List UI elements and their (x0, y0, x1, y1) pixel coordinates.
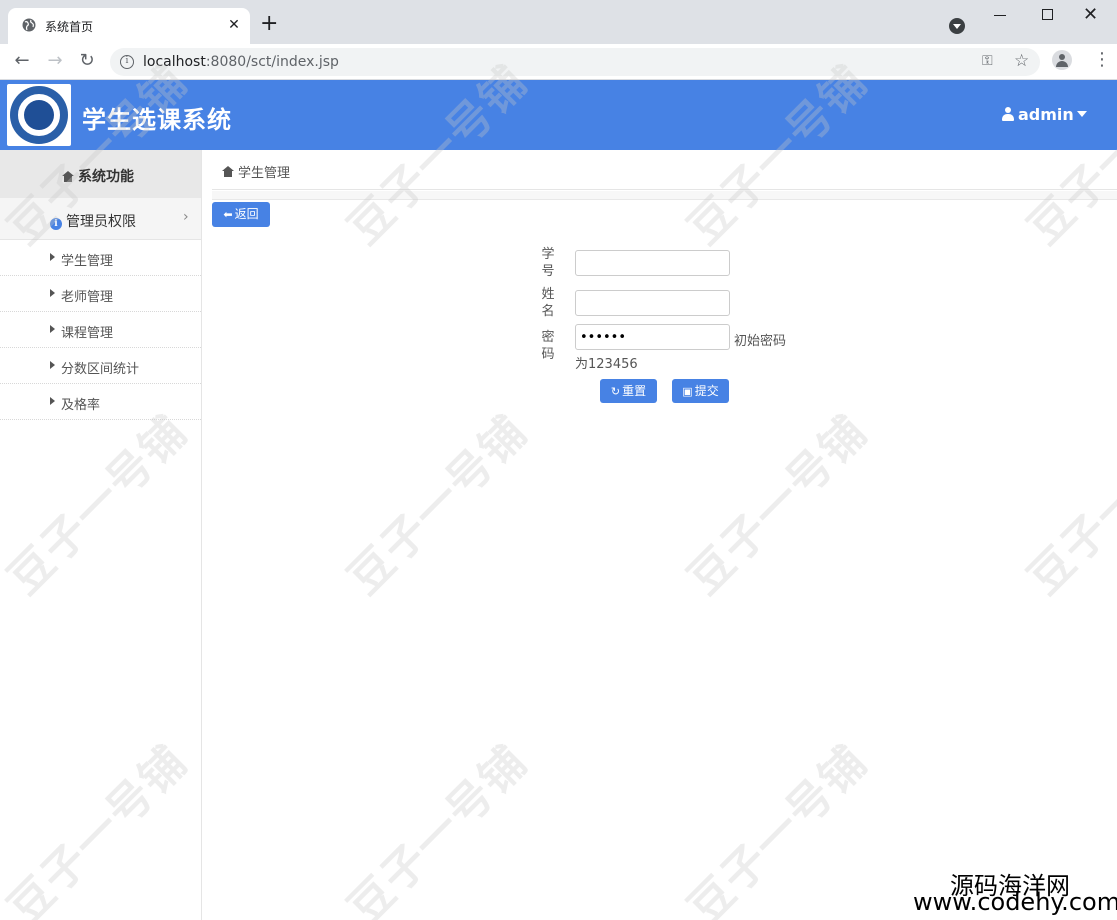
caret-right-icon (50, 253, 55, 261)
home-icon (222, 166, 234, 177)
sidebar-item-pass-rate[interactable]: 及格率 (0, 384, 201, 420)
sidebar-heading-label: 系统功能 (78, 169, 134, 185)
sidebar-item-label: 学生管理 (61, 254, 114, 269)
user-menu[interactable]: admin (1002, 105, 1087, 124)
address-bar[interactable]: i localhost:8080/sct/index.jsp ⚿ ☆ (110, 48, 1040, 76)
caret-right-icon (50, 289, 55, 297)
home-icon (62, 171, 74, 182)
breadcrumb-bar: 学生管理 (212, 150, 1117, 190)
name-label: 姓名 (541, 287, 555, 319)
sidebar-item-label: 及格率 (61, 398, 101, 413)
student-id-input[interactable] (575, 250, 730, 276)
watermark: 豆子一号铺 (338, 735, 538, 920)
minimize-button[interactable] (994, 15, 1006, 16)
arrow-left-icon: ⬅ (223, 208, 233, 221)
maximize-button[interactable] (1042, 9, 1053, 20)
watermark: 豆子一号铺 (1018, 405, 1117, 605)
password-input[interactable] (575, 324, 730, 350)
reset-button[interactable]: ↻ 重置 (600, 379, 657, 403)
back-button[interactable]: ⬅ 返回 (212, 202, 270, 227)
sidebar-item-score-range-stats[interactable]: 分数区间统计 (0, 348, 201, 384)
watermark: 豆子一号铺 (678, 735, 878, 920)
password-label: 密码 (541, 330, 555, 362)
url-text[interactable]: localhost:8080/sct/index.jsp (143, 54, 339, 70)
browser-titlebar: 系统首页 ✕ + ✕ (0, 0, 1117, 44)
breadcrumb: 学生管理 (222, 162, 290, 181)
password-hint-continued: 为123456 (575, 357, 638, 372)
caret-right-icon (50, 361, 55, 369)
browser-tab[interactable]: 系统首页 ✕ (8, 8, 250, 44)
tab-title: 系统首页 (45, 20, 94, 34)
submit-button-label: 提交 (694, 384, 719, 398)
tab-search-icon[interactable] (949, 18, 965, 34)
sidebar-item-student-management[interactable]: 学生管理 (0, 240, 201, 276)
site-watermark-url: www.codehy.com (913, 888, 1117, 916)
sidebar: 系统功能 i 管理员权限 › 学生管理 老师管理 课程管理 分数区间统计 及格率 (0, 150, 202, 920)
sidebar-item-label: 课程管理 (61, 326, 114, 341)
caret-down-icon (1076, 111, 1087, 117)
sidebar-item-course-management[interactable]: 课程管理 (0, 312, 201, 348)
new-tab-button[interactable]: + (260, 13, 278, 35)
submit-button[interactable]: ▣ 提交 (672, 379, 729, 403)
watermark: 豆子一号铺 (678, 405, 878, 605)
content-divider (212, 191, 1117, 200)
window-close-button[interactable]: ✕ (1083, 4, 1098, 25)
sidebar-group-label: 管理员权限 (66, 214, 136, 230)
menu-kebab-icon[interactable]: ⋮ (1093, 50, 1111, 70)
app-title: 学生选课系统 (82, 106, 232, 134)
bookmark-star-icon[interactable]: ☆ (1014, 51, 1029, 71)
caret-right-icon (50, 325, 55, 333)
back-arrow-icon[interactable]: ← (10, 50, 34, 72)
chevron-right-icon: › (183, 209, 189, 225)
university-logo (7, 84, 71, 146)
user-name: admin (1018, 105, 1074, 124)
caret-right-icon (50, 397, 55, 405)
reload-icon[interactable]: ↻ (75, 50, 99, 72)
sidebar-group-admin[interactable]: i 管理员权限 › (0, 198, 201, 240)
sidebar-item-label: 分数区间统计 (61, 362, 140, 377)
sidebar-heading: 系统功能 (0, 150, 201, 198)
sidebar-item-label: 老师管理 (61, 290, 114, 305)
save-icon: ▣ (682, 385, 693, 398)
site-info-icon[interactable]: i (120, 55, 134, 69)
app-header: 学生选课系统 admin (0, 80, 1117, 150)
tab-close-icon[interactable]: ✕ (226, 16, 242, 34)
name-input[interactable] (575, 290, 730, 316)
sidebar-item-teacher-management[interactable]: 老师管理 (0, 276, 201, 312)
forward-arrow-icon[interactable]: → (43, 50, 67, 72)
key-icon[interactable]: ⚿ (982, 53, 993, 69)
student-id-label: 学号 (541, 247, 555, 279)
password-hint: 初始密码 (734, 334, 787, 349)
back-button-label: 返回 (234, 207, 259, 221)
globe-icon (22, 18, 36, 32)
refresh-icon: ↻ (610, 385, 621, 398)
info-circle-icon: i (50, 218, 62, 230)
reset-button-label: 重置 (622, 384, 647, 398)
profile-avatar-icon[interactable] (1052, 50, 1072, 70)
browser-toolbar: ← → ↻ i localhost:8080/sct/index.jsp ⚿ ☆ (0, 44, 1117, 80)
watermark: 豆子一号铺 (338, 405, 538, 605)
user-icon (1002, 107, 1014, 121)
breadcrumb-current: 学生管理 (238, 166, 291, 181)
